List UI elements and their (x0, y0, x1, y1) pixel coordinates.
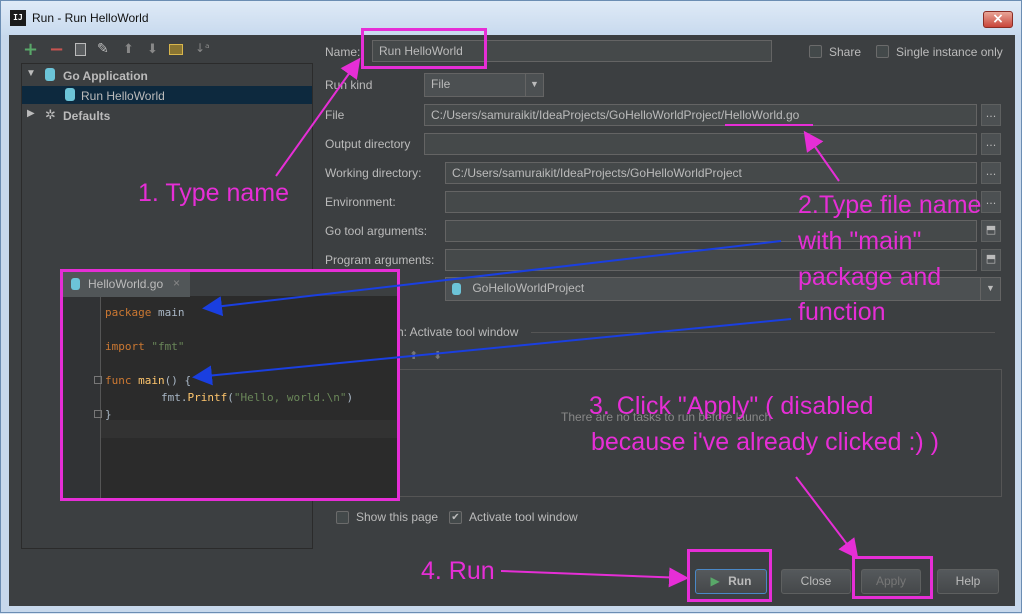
file-input[interactable]: C:/Users/samuraikit/IdeaProjects/GoHello… (424, 104, 977, 126)
activate-tool-label: Activate tool window (469, 510, 578, 524)
run-dialog-window: IJ Run - Run HelloWorld × + − ✎ ⬆ ⬇ ↓ᵃ ▼… (0, 0, 1022, 613)
code-line-5: } (105, 408, 112, 421)
folder-icon[interactable] (169, 44, 183, 55)
function-name: main (131, 374, 165, 387)
file-browse-button[interactable]: ... (981, 104, 1001, 126)
go-tool-args-label: Go tool arguments: (325, 224, 428, 238)
name-label: Name: (325, 45, 361, 59)
code-editor-overlay: HelloWorld.go × package main import "fmt… (60, 269, 400, 501)
string-literal: "Hello, world.\n" (233, 391, 347, 404)
file-label: File (325, 108, 345, 122)
share-label: Share (829, 45, 862, 59)
go-tool-args-expand-icon[interactable]: ⬒ (981, 220, 1001, 242)
show-page-label: Show this page (356, 510, 439, 524)
title-bar: IJ Run - Run HelloWorld × (1, 1, 1021, 35)
function-name: Printf (187, 391, 228, 404)
code-text: ) (346, 391, 354, 404)
fold-end-icon[interactable] (94, 410, 102, 418)
output-dir-label: Output directory (325, 137, 411, 151)
share-checkbox[interactable] (809, 45, 822, 58)
program-args-label: Program arguments: (325, 253, 435, 267)
chevron-down-icon: ▼ (525, 74, 543, 96)
move-up-icon[interactable]: ⬆ (123, 42, 134, 57)
sort-icon[interactable]: ↓ᵃ (195, 41, 210, 55)
keyword: func (105, 374, 132, 387)
window-close-button[interactable]: × (983, 11, 1013, 28)
show-page-checkbox[interactable] (336, 511, 349, 524)
annotation-step4: 4. Run (421, 557, 495, 585)
move-up-task-icon[interactable]: ⬆ (409, 349, 418, 362)
help-button[interactable]: Help (937, 569, 999, 594)
string-literal: "fmt" (144, 340, 185, 353)
annotation-step1: 1. Type name (138, 179, 290, 207)
code-text: main (151, 306, 185, 319)
move-down-task-icon[interactable]: ⬇ (433, 349, 442, 362)
code-line-2: import "fmt" (105, 340, 185, 353)
intellij-app-icon: IJ (10, 10, 26, 26)
run-highlight-box (687, 549, 772, 602)
module-value: GoHelloWorldProject (472, 281, 585, 295)
environment-label: Environment: (325, 195, 396, 209)
tree-item-label: Run HelloWorld (81, 89, 165, 103)
code-text: fmt. (161, 391, 188, 404)
before-launch-label: h: Activate tool window (397, 325, 519, 339)
working-dir-input[interactable]: C:/Users/samuraikit/IdeaProjects/GoHello… (445, 162, 977, 184)
annotation-step2-line2: with "main" (798, 227, 922, 255)
add-icon[interactable]: + (23, 39, 38, 60)
annotation-step2-line3: package and (798, 263, 942, 291)
run-kind-select[interactable]: File ▼ (424, 73, 544, 97)
code-line-1: package main (105, 306, 184, 319)
tree-item-go-application[interactable]: Go Application (63, 69, 148, 83)
environment-browse-button[interactable]: ... (981, 191, 1001, 213)
tree-item-run-helloworld[interactable]: Run HelloWorld (22, 86, 312, 104)
keyword: import (105, 340, 145, 353)
keyword: package (105, 306, 152, 319)
code-line-4: fmt.Printf("Hello, world.\n") (161, 391, 353, 404)
annotation-step3-line2: because i've already clicked :) ) (591, 428, 939, 456)
current-line-highlight (101, 420, 397, 438)
annotation-step2-line1: 2.Type file name (798, 191, 982, 219)
copy-icon[interactable] (75, 43, 86, 56)
remove-icon[interactable]: − (49, 39, 64, 60)
working-dir-browse-button[interactable]: ... (981, 162, 1001, 184)
tab-close-icon[interactable]: × (173, 276, 180, 290)
module-icon (452, 282, 461, 295)
expand-arrow-icon[interactable]: ▼ (26, 68, 36, 79)
single-instance-checkbox[interactable] (876, 45, 889, 58)
output-dir-browse-button[interactable]: ... (981, 133, 1001, 155)
before-launch-separator (531, 332, 995, 333)
output-dir-input[interactable] (424, 133, 977, 155)
run-kind-value: File (431, 77, 451, 91)
activate-tool-checkbox[interactable]: ✔ (449, 511, 462, 524)
editor-tab[interactable]: HelloWorld.go × (63, 272, 190, 297)
window-title: Run - Run HelloWorld (32, 11, 149, 25)
close-button[interactable]: Close (781, 569, 851, 594)
move-down-icon[interactable]: ⬇ (147, 42, 158, 57)
wrench-icon[interactable]: ✎ (97, 41, 109, 57)
code-text: ( (227, 391, 234, 404)
collapse-arrow-icon[interactable]: ▶ (27, 108, 35, 119)
chevron-down-icon: ▼ (980, 278, 1000, 300)
single-instance-label: Single instance only (896, 45, 1003, 59)
defaults-icon: ✲ (45, 108, 56, 123)
code-text: } (105, 408, 112, 421)
go-file-icon (65, 88, 75, 101)
code-text: () { (164, 374, 192, 387)
go-app-icon (45, 68, 55, 81)
tree-item-defaults[interactable]: Defaults (63, 109, 110, 123)
code-line-3: func main() { (105, 374, 191, 387)
go-file-icon (71, 278, 80, 290)
fold-icon[interactable] (94, 376, 102, 384)
annotation-step3-line1: 3. Click "Apply" ( disabled (589, 392, 874, 420)
name-highlight-box (361, 28, 487, 69)
program-args-expand-icon[interactable]: ⬒ (981, 249, 1001, 271)
apply-highlight-box (852, 556, 933, 599)
editor-tab-bar: HelloWorld.go × (63, 272, 397, 297)
editor-gutter (63, 297, 101, 498)
editor-tab-label: HelloWorld.go (88, 277, 164, 291)
run-kind-label: Run kind (325, 78, 373, 92)
annotation-step2-line4: function (798, 298, 886, 326)
working-dir-label: Working directory: (325, 166, 422, 180)
